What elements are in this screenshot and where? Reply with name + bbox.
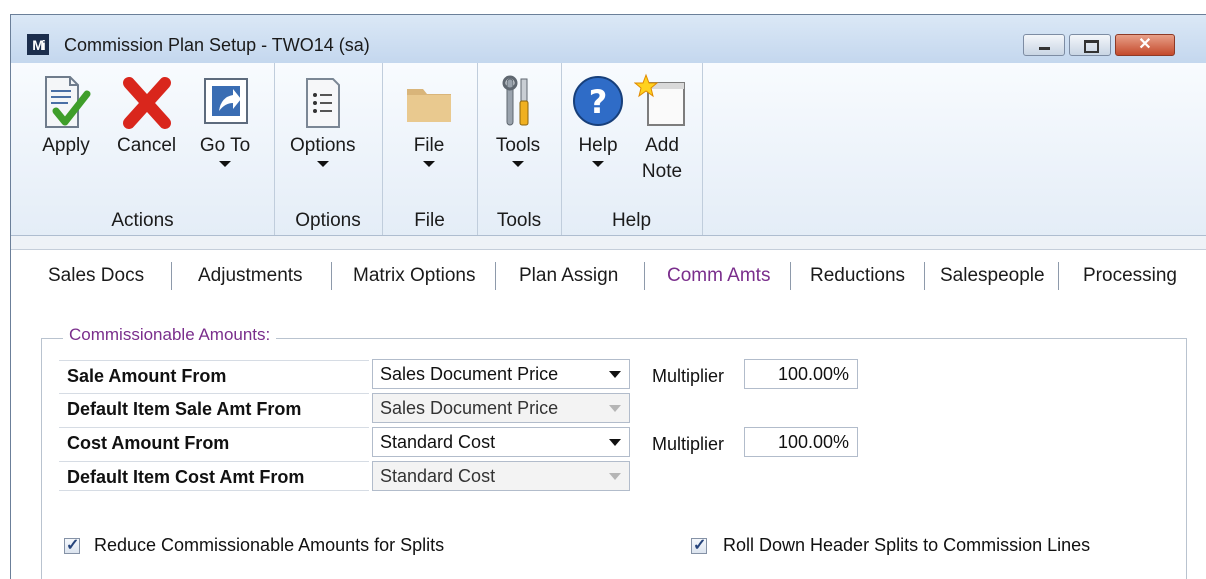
tools-icon bbox=[490, 73, 546, 133]
tab-salespeople[interactable]: Salespeople bbox=[940, 265, 1045, 287]
tools-label: Tools bbox=[495, 135, 541, 156]
ribbon-toolbar: Apply Cancel Go To Actions Options Optio… bbox=[11, 63, 1206, 236]
comm-amts-panel: Commissionable Amounts: Sale Amount From… bbox=[11, 300, 1206, 579]
ribbon-group-actions: Apply Cancel Go To Actions bbox=[11, 63, 275, 235]
maximize-button[interactable] bbox=[1069, 34, 1111, 56]
cost-multiplier-field[interactable]: 100.00% bbox=[744, 427, 858, 457]
chevron-down-icon bbox=[609, 473, 621, 480]
apply-label: Apply bbox=[42, 135, 90, 156]
apply-check-icon bbox=[38, 73, 94, 133]
options-label: Options bbox=[290, 135, 356, 156]
sale-amount-from-label: Sale Amount From bbox=[59, 360, 369, 390]
cancel-x-icon bbox=[119, 73, 175, 133]
chevron-down-icon bbox=[609, 371, 621, 378]
cancel-button[interactable]: Cancel bbox=[117, 73, 176, 159]
group-title: Commissionable Amounts: bbox=[63, 325, 277, 345]
help-button[interactable]: ? Help bbox=[570, 73, 626, 167]
window-title: Commission Plan Setup - TWO14 (sa) bbox=[64, 35, 370, 55]
group-label-tools: Tools bbox=[496, 210, 542, 231]
group-label-help: Help bbox=[611, 210, 652, 231]
tab-sales-docs[interactable]: Sales Docs bbox=[48, 265, 144, 287]
cancel-label: Cancel bbox=[117, 135, 177, 156]
tab-separator bbox=[495, 262, 496, 290]
default-item-cost-amt-from-value: Standard Cost bbox=[380, 466, 496, 486]
close-button[interactable]: ✕ bbox=[1115, 34, 1175, 56]
svg-text:?: ? bbox=[589, 83, 608, 121]
goto-arrow-icon bbox=[197, 73, 253, 133]
tab-separator bbox=[331, 262, 332, 290]
help-icon: ? bbox=[570, 73, 626, 133]
tab-plan-assign[interactable]: Plan Assign bbox=[519, 265, 618, 287]
add-note-icon bbox=[633, 73, 690, 133]
default-item-sale-amt-from-value: Sales Document Price bbox=[380, 398, 559, 418]
tab-processing[interactable]: Processing bbox=[1083, 265, 1177, 287]
default-item-sale-amt-from-select: Sales Document Price bbox=[372, 393, 630, 423]
sale-multiplier-label: Multiplier bbox=[652, 366, 725, 386]
apply-button[interactable]: Apply bbox=[38, 73, 94, 159]
roll-down-splits-checkbox[interactable] bbox=[691, 535, 707, 555]
tab-bar: Sales Docs Adjustments Matrix Options Pl… bbox=[11, 249, 1206, 301]
tab-separator bbox=[790, 262, 791, 290]
app-logo-icon: Mi bbox=[27, 34, 49, 55]
commission-plan-window: Mi Commission Plan Setup - TWO14 (sa) ✕ bbox=[10, 14, 1206, 579]
chevron-down-icon bbox=[316, 161, 329, 167]
cost-amount-from-value: Standard Cost bbox=[380, 432, 496, 452]
tab-comm-amts[interactable]: Comm Amts bbox=[667, 265, 770, 287]
help-label: Help bbox=[578, 135, 618, 156]
file-button[interactable]: File bbox=[401, 73, 457, 167]
file-label: File bbox=[413, 135, 445, 156]
sale-multiplier-field[interactable]: 100.00% bbox=[744, 359, 858, 389]
group-label-actions: Actions bbox=[111, 210, 174, 231]
title-bar[interactable]: Mi Commission Plan Setup - TWO14 (sa) ✕ bbox=[11, 15, 1206, 63]
goto-label: Go To bbox=[199, 135, 251, 156]
tools-button[interactable]: Tools bbox=[490, 73, 546, 167]
tab-separator bbox=[171, 262, 172, 290]
sale-amount-from-value: Sales Document Price bbox=[380, 364, 559, 384]
cost-multiplier-label: Multiplier bbox=[652, 434, 725, 454]
chevron-down-icon bbox=[609, 439, 621, 446]
options-button[interactable]: Options bbox=[290, 73, 355, 167]
default-item-cost-amt-from-select: Standard Cost bbox=[372, 461, 630, 491]
chevron-down-icon bbox=[592, 161, 604, 167]
reduce-splits-checkbox[interactable] bbox=[64, 535, 80, 555]
default-item-sale-amt-from-label: Default Item Sale Amt From bbox=[59, 393, 369, 423]
chevron-down-icon bbox=[423, 161, 435, 167]
options-list-icon bbox=[295, 73, 351, 133]
sale-amount-from-select[interactable]: Sales Document Price bbox=[372, 359, 630, 389]
group-label-file: File bbox=[414, 210, 445, 231]
roll-down-splits-label: Roll Down Header Splits to Commission Li… bbox=[723, 535, 1091, 555]
ribbon-group-help: ? Help Add Note Help bbox=[561, 63, 703, 235]
tab-separator bbox=[924, 262, 925, 290]
chevron-down-icon bbox=[609, 405, 621, 412]
goto-button[interactable]: Go To bbox=[197, 73, 253, 167]
group-label-options: Options bbox=[295, 210, 361, 231]
tab-reductions[interactable]: Reductions bbox=[810, 265, 905, 287]
default-item-cost-amt-from-label: Default Item Cost Amt From bbox=[59, 461, 369, 491]
reduce-splits-label: Reduce Commissionable Amounts for Splits bbox=[94, 535, 445, 555]
add-note-label: Add Note bbox=[641, 135, 683, 182]
tab-separator bbox=[1058, 262, 1059, 290]
tab-adjustments[interactable]: Adjustments bbox=[198, 265, 303, 287]
cost-amount-from-label: Cost Amount From bbox=[59, 427, 369, 457]
ribbon-group-tools: Tools Tools bbox=[477, 63, 562, 235]
ribbon-group-file: File File bbox=[382, 63, 478, 235]
tab-matrix-options[interactable]: Matrix Options bbox=[353, 265, 475, 287]
add-note-button[interactable]: Add Note bbox=[633, 73, 690, 185]
ribbon-group-options: Options Options bbox=[274, 63, 383, 235]
chevron-down-icon bbox=[512, 161, 524, 167]
chevron-down-icon bbox=[219, 161, 231, 167]
cost-amount-from-select[interactable]: Standard Cost bbox=[372, 427, 630, 457]
folder-icon bbox=[401, 73, 457, 133]
tab-separator bbox=[644, 262, 645, 290]
minimize-button[interactable] bbox=[1023, 34, 1065, 56]
